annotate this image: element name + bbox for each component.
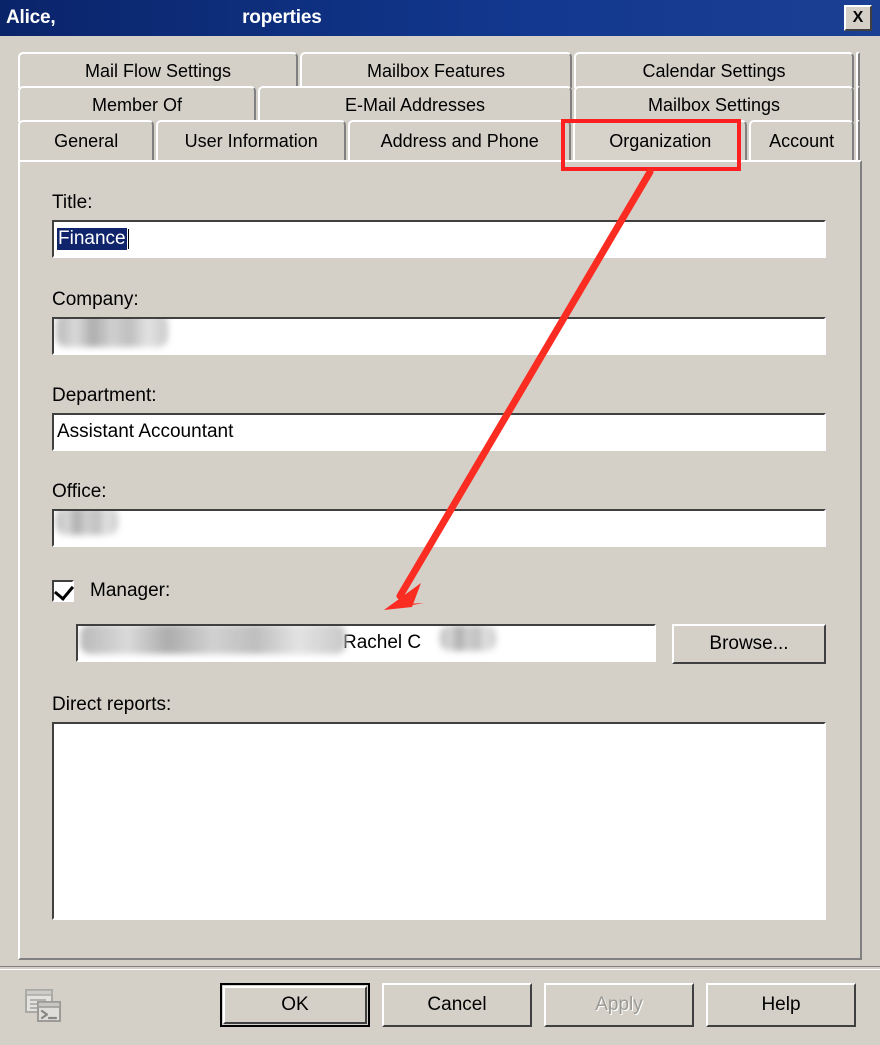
exchange-shell-command-log-icon[interactable] xyxy=(24,988,64,1024)
tab-label: Mailbox Features xyxy=(366,60,506,81)
tab-strip: Mail Flow Settings Mailbox Features Cale… xyxy=(18,52,862,164)
office-input[interactable] xyxy=(52,509,826,547)
apply-button[interactable]: Apply xyxy=(544,983,694,1027)
tab-row-3: General User Information Address and Pho… xyxy=(18,120,862,160)
tab-label: Address and Phone xyxy=(380,130,539,151)
window-title: Alice,__________________roperties xyxy=(6,7,322,29)
manager-input-value: Rachel C xyxy=(343,632,422,653)
office-field-label: Office: xyxy=(52,481,107,502)
tab-row-2-edge-stub xyxy=(856,86,860,122)
tab-organization[interactable]: Organization xyxy=(573,120,748,160)
help-button[interactable]: Help xyxy=(706,983,856,1027)
tab-address-and-phone[interactable]: Address and Phone xyxy=(348,120,572,160)
tab-label: User Information xyxy=(184,130,318,151)
department-input[interactable]: Assistant Accountant xyxy=(52,413,826,451)
tab-row-1-edge-stub xyxy=(856,52,860,88)
direct-reports-label: Direct reports: xyxy=(52,694,172,715)
tab-row-2: Member Of E-Mail Addresses Mailbox Setti… xyxy=(18,86,862,122)
tab-row-1: Mail Flow Settings Mailbox Features Cale… xyxy=(18,52,862,88)
tab-row-3-edge-stub xyxy=(855,120,860,160)
title-bar: Alice,__________________roperties X xyxy=(0,0,880,36)
company-field-label: Company: xyxy=(52,289,139,310)
tab-mailbox-features[interactable]: Mailbox Features xyxy=(300,52,572,88)
cancel-button-label: Cancel xyxy=(427,994,487,1015)
text-caret xyxy=(127,229,129,249)
ok-button-label: OK xyxy=(281,994,309,1015)
tab-label: Organization xyxy=(609,130,712,151)
manager-field-label: Manager: xyxy=(90,580,171,601)
ok-button[interactable]: OK xyxy=(220,983,370,1027)
tab-mail-flow-settings[interactable]: Mail Flow Settings xyxy=(18,52,298,88)
tab-account[interactable]: Account xyxy=(749,120,854,160)
manager-checkbox[interactable] xyxy=(52,580,75,602)
browse-button-label: Browse... xyxy=(709,633,789,654)
browse-button[interactable]: Browse... xyxy=(672,624,826,664)
manager-value-redaction-left xyxy=(80,626,346,654)
tab-label: E-Mail Addresses xyxy=(344,94,486,115)
tab-user-information[interactable]: User Information xyxy=(156,120,347,160)
office-value-redaction xyxy=(56,511,118,535)
title-field-label: Title: xyxy=(52,192,93,213)
tab-member-of[interactable]: Member Of xyxy=(18,86,256,122)
title-redaction-block xyxy=(70,6,216,34)
manager-input[interactable]: Rachel C xyxy=(76,624,656,662)
tab-mailbox-settings[interactable]: Mailbox Settings xyxy=(574,86,854,122)
checkmark-icon xyxy=(53,580,75,601)
window-title-prefix: Alice, xyxy=(6,7,56,28)
manager-value-redaction-right xyxy=(440,626,496,651)
close-icon[interactable]: X xyxy=(844,5,872,31)
tab-calendar-settings[interactable]: Calendar Settings xyxy=(574,52,854,88)
department-field-label: Department: xyxy=(52,385,157,406)
tab-label: Account xyxy=(769,130,835,151)
tab-email-addresses[interactable]: E-Mail Addresses xyxy=(258,86,572,122)
direct-reports-listbox[interactable] xyxy=(52,722,826,920)
window-title-suffix: roperties xyxy=(242,7,322,28)
title-input[interactable]: Finance xyxy=(52,220,826,258)
properties-dialog: Alice,__________________roperties X Mail… xyxy=(0,0,880,1045)
department-input-value: Assistant Accountant xyxy=(57,421,234,442)
close-icon-glyph: X xyxy=(852,9,864,26)
tab-label: Mailbox Settings xyxy=(647,94,781,115)
organization-page-panel: Title: Finance Company: Department: Assi… xyxy=(18,160,862,960)
tab-label: Calendar Settings xyxy=(642,60,786,81)
help-button-label: Help xyxy=(761,994,801,1015)
apply-button-label: Apply xyxy=(595,994,643,1015)
tab-general[interactable]: General xyxy=(18,120,155,160)
company-input[interactable] xyxy=(52,317,826,355)
manager-checkbox-row[interactable]: Manager: xyxy=(52,580,170,602)
cancel-button[interactable]: Cancel xyxy=(382,983,532,1027)
tab-label: General xyxy=(54,130,119,151)
footer-divider xyxy=(0,966,880,970)
tab-label: Mail Flow Settings xyxy=(84,60,232,81)
tab-label: Member Of xyxy=(91,94,183,115)
company-value-redaction xyxy=(56,319,168,347)
title-input-value: Finance xyxy=(57,228,127,250)
